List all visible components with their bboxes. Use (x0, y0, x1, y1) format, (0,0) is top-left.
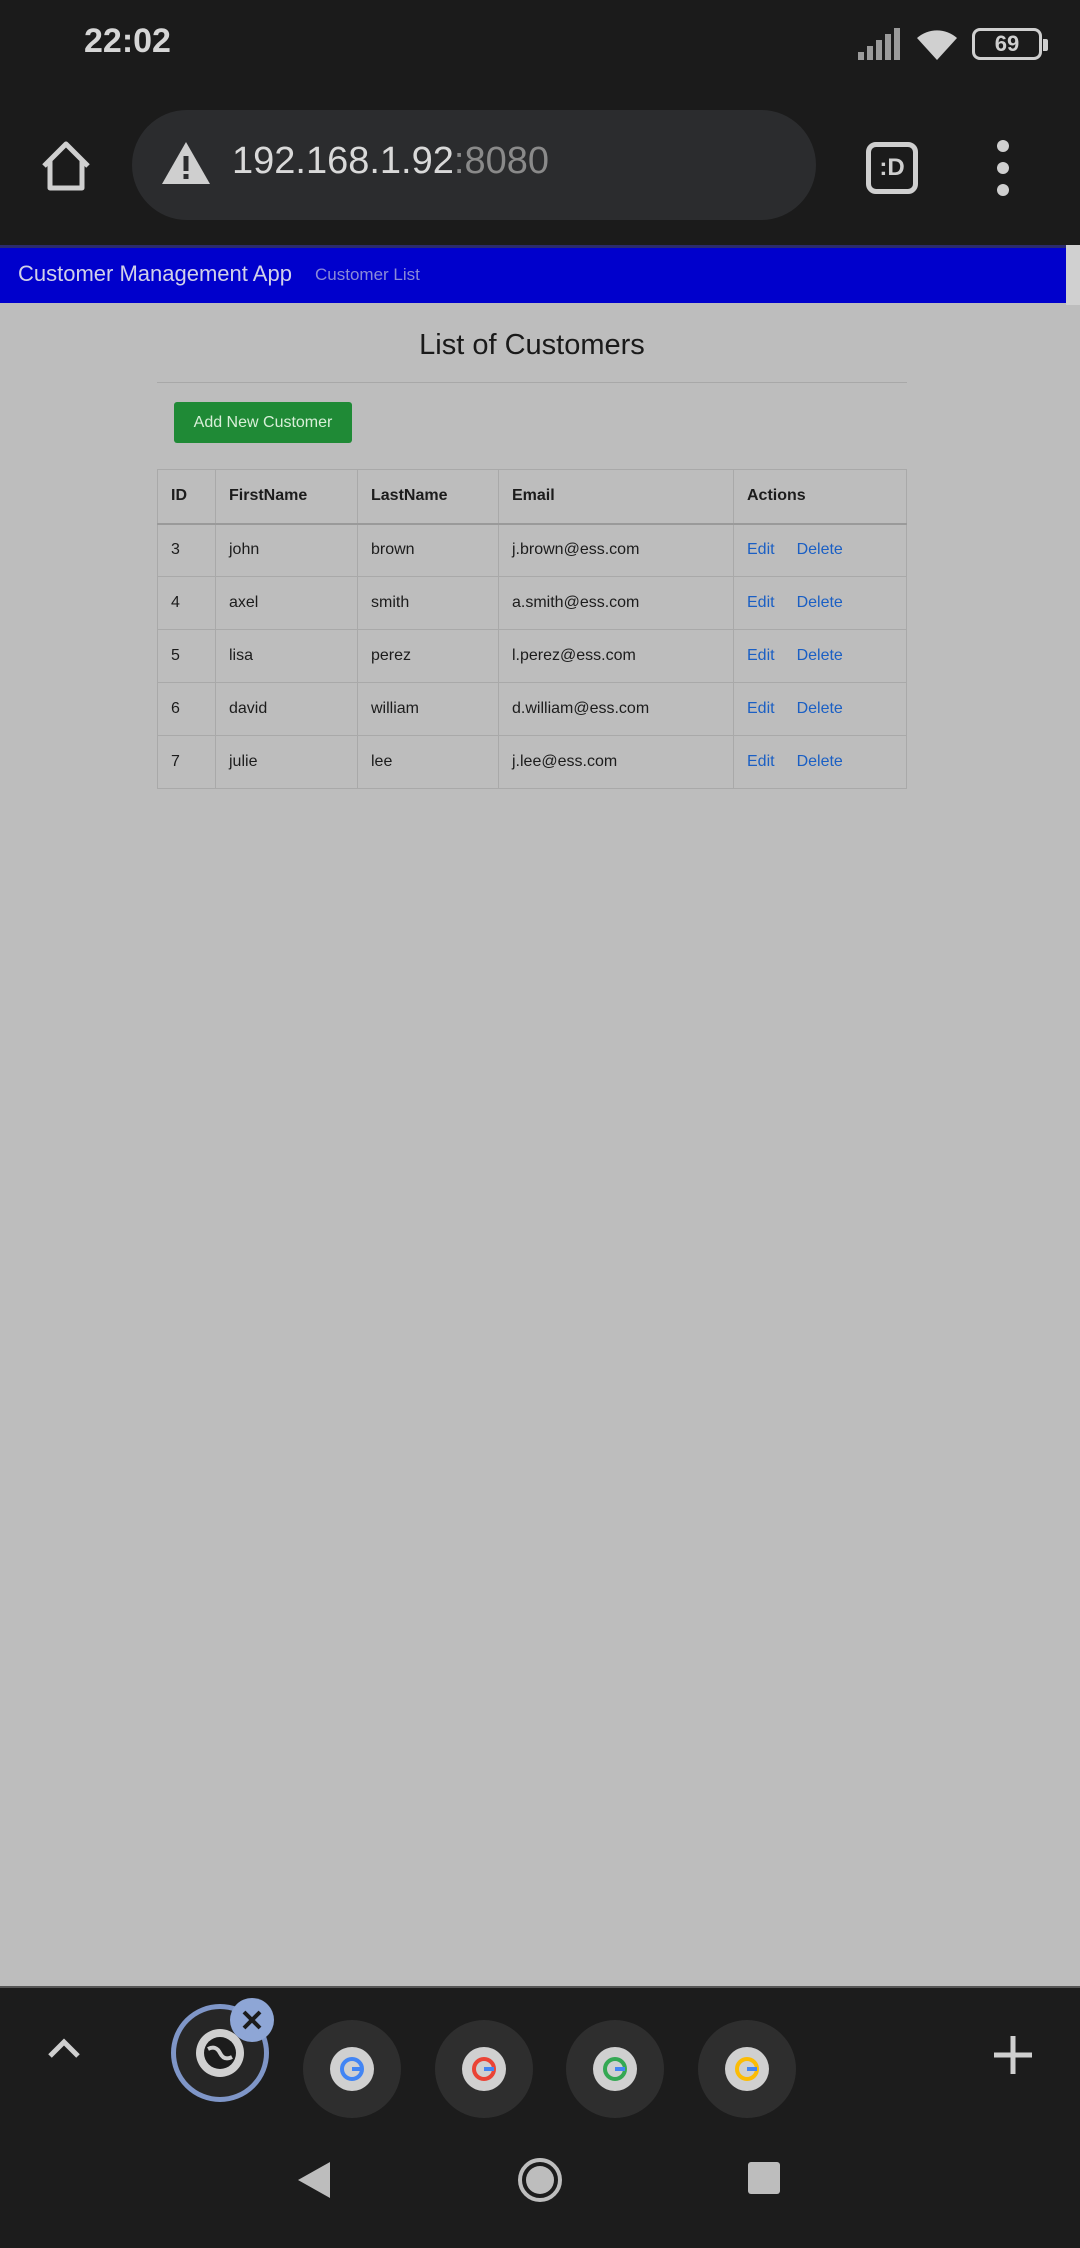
column-header-firstname: FirstName (215, 469, 358, 525)
tab-google-1[interactable] (303, 2020, 401, 2118)
cell-id: 4 (157, 576, 216, 630)
cell-lastname: william (357, 682, 499, 736)
url-text: 192.168.1.92:8080 (232, 140, 549, 183)
url-bar[interactable]: 192.168.1.92:8080 (132, 110, 816, 220)
cell-email: j.brown@ess.com (498, 523, 734, 577)
page-title: List of Customers (157, 305, 907, 383)
new-tab-plus-icon[interactable] (992, 2034, 1034, 2076)
cell-email: a.smith@ess.com (498, 576, 734, 630)
cell-actions: Edit Delete (733, 629, 907, 683)
cell-email: j.lee@ess.com (498, 735, 734, 789)
cell-id: 7 (157, 735, 216, 789)
scrollbar[interactable] (1066, 245, 1080, 305)
add-new-customer-button[interactable]: Add New Customer (174, 402, 352, 443)
cell-actions: Edit Delete (733, 576, 907, 630)
cell-actions: Edit Delete (733, 735, 907, 789)
signal-icon (858, 28, 900, 60)
system-nav-bar (0, 2118, 1080, 2248)
delete-link[interactable]: Delete (797, 700, 843, 717)
extension-icon[interactable]: :D (866, 142, 918, 194)
main-container: List of Customers Add New Customer ID Fi… (157, 305, 907, 789)
home-button-icon[interactable] (516, 2156, 564, 2204)
cell-lastname: smith (357, 576, 499, 630)
cell-firstname: david (215, 682, 358, 736)
table-header-row: ID FirstName LastName Email Actions (157, 469, 907, 525)
table-row: 6 david william d.william@ess.com Edit De… (157, 682, 907, 736)
delete-link[interactable]: Delete (797, 594, 843, 611)
navbar-brand[interactable]: Customer Management App (18, 261, 292, 287)
chevron-up-icon[interactable] (44, 2032, 84, 2062)
cell-firstname: julie (215, 735, 358, 789)
cell-actions: Edit Delete (733, 523, 907, 577)
column-header-lastname: LastName (357, 469, 499, 525)
url-host: 192.168.1.92 (232, 140, 454, 182)
google-icon (462, 2047, 506, 2091)
delete-link[interactable]: Delete (797, 541, 843, 558)
recents-icon[interactable] (748, 2162, 780, 2194)
close-tab-icon[interactable] (230, 1998, 274, 2042)
cell-firstname: lisa (215, 629, 358, 683)
status-time: 22:02 (84, 22, 171, 60)
cell-id: 6 (157, 682, 216, 736)
browser-toolbar: 192.168.1.92:8080 :D (0, 90, 1080, 245)
battery-icon: 69 (972, 28, 1048, 60)
more-menu-icon[interactable] (988, 140, 1018, 196)
edit-link[interactable]: Edit (747, 647, 775, 664)
app-navbar: Customer Management App Customer List (0, 245, 1066, 303)
delete-link[interactable]: Delete (797, 647, 843, 664)
column-header-actions: Actions (733, 469, 907, 525)
nav-link-customer-list[interactable]: Customer List (315, 265, 420, 285)
home-icon[interactable] (38, 138, 94, 194)
tab-google-4[interactable] (698, 2020, 796, 2118)
delete-link[interactable]: Delete (797, 753, 843, 770)
table-row: 3 john brown j.brown@ess.com Edit Delete (157, 523, 907, 577)
edit-link[interactable]: Edit (747, 753, 775, 770)
customer-table: ID FirstName LastName Email Actions 3 jo… (157, 469, 907, 789)
tab-strip (0, 1986, 1080, 2118)
table-row: 4 axel smith a.smith@ess.com Edit Delete (157, 576, 907, 630)
cell-lastname: perez (357, 629, 499, 683)
warning-icon[interactable] (160, 140, 212, 186)
cell-lastname: brown (357, 523, 499, 577)
google-icon (330, 2047, 374, 2091)
google-icon (725, 2047, 769, 2091)
tab-google-3[interactable] (566, 2020, 664, 2118)
column-header-id: ID (157, 469, 216, 525)
cell-lastname: lee (357, 735, 499, 789)
column-header-email: Email (498, 469, 734, 525)
cell-firstname: axel (215, 576, 358, 630)
cell-id: 5 (157, 629, 216, 683)
cell-actions: Edit Delete (733, 682, 907, 736)
url-port: :8080 (453, 140, 549, 182)
tab-google-2[interactable] (435, 2020, 533, 2118)
table-row: 5 lisa perez l.perez@ess.com Edit Delete (157, 629, 907, 683)
cell-email: d.william@ess.com (498, 682, 734, 736)
table-row: 7 julie lee j.lee@ess.com Edit Delete (157, 735, 907, 789)
edit-link[interactable]: Edit (747, 700, 775, 717)
google-icon (593, 2047, 637, 2091)
cell-id: 3 (157, 523, 216, 577)
edit-link[interactable]: Edit (747, 541, 775, 558)
wifi-icon (917, 30, 957, 60)
cell-email: l.perez@ess.com (498, 629, 734, 683)
cell-firstname: john (215, 523, 358, 577)
back-icon[interactable] (296, 2160, 332, 2200)
edit-link[interactable]: Edit (747, 594, 775, 611)
status-bar: 22:02 69 (0, 0, 1080, 90)
